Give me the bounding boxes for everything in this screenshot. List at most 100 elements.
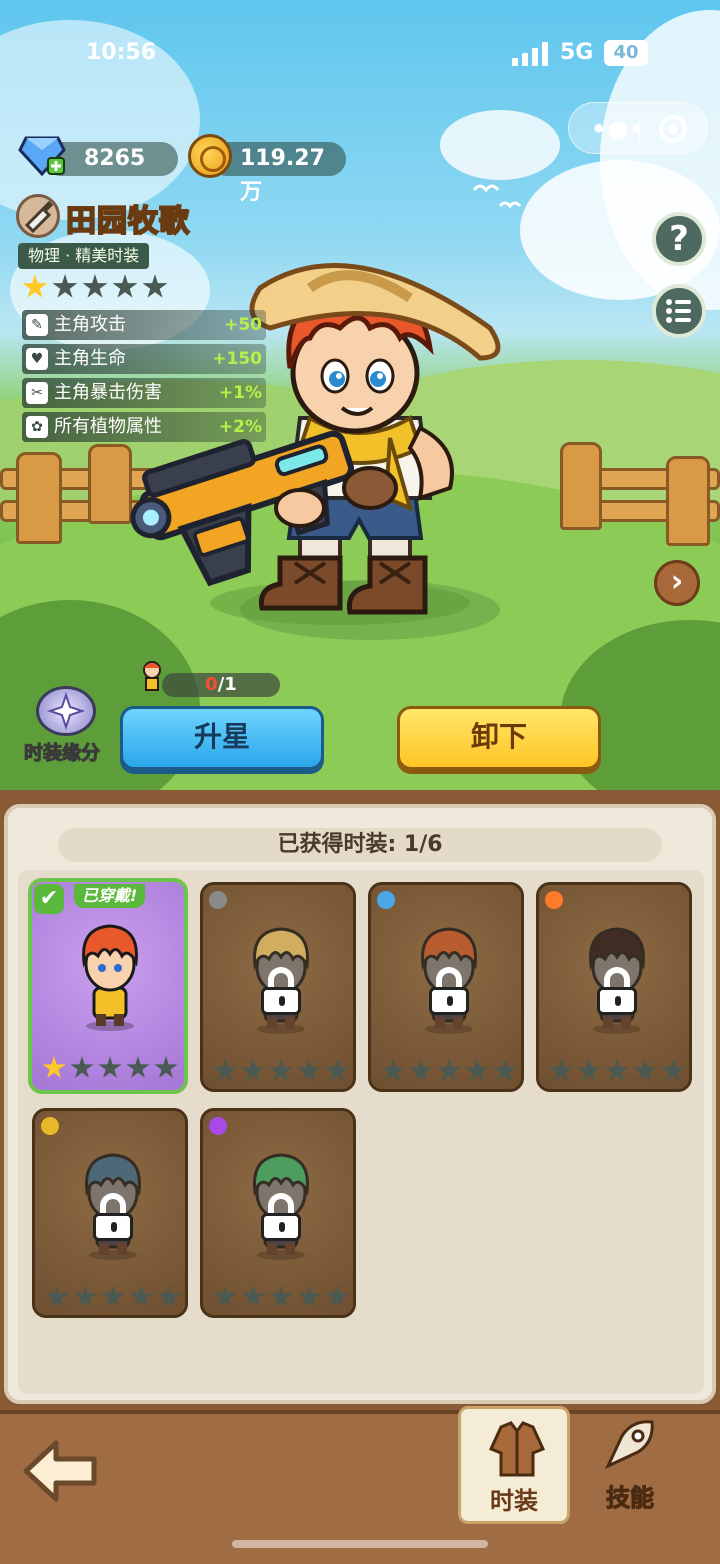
- star-empty-icon: [101, 1285, 125, 1307]
- stat-label: 所有植物属性: [54, 416, 162, 437]
- star-empty-icon: [269, 1059, 293, 1081]
- stat-value: +50: [224, 315, 262, 335]
- card-star-rating: [549, 1059, 685, 1083]
- star-empty-icon: [269, 1285, 293, 1307]
- star-empty-icon: [157, 1285, 181, 1307]
- water-element-icon: [377, 891, 395, 909]
- star-empty-icon: [493, 1059, 517, 1081]
- star-empty-icon: [45, 1285, 69, 1307]
- stat-row: ✿ 所有植物属性 +2%: [22, 412, 266, 442]
- gem-amount: 8265: [84, 146, 146, 171]
- star-empty-icon: [605, 1059, 629, 1081]
- card-star-rating: [213, 1059, 349, 1083]
- star-empty-icon: [577, 1059, 601, 1081]
- card-star-rating: [213, 1285, 349, 1309]
- star-empty-icon: [52, 274, 78, 298]
- stat-row: ✎ 主角攻击 +50: [22, 310, 266, 340]
- chevron-right-icon: ›: [670, 564, 684, 599]
- costume-figure: [82, 924, 138, 1031]
- close-miniprogram-icon[interactable]: [659, 115, 687, 143]
- signal-icon: [512, 42, 548, 66]
- birds-decoration: [472, 184, 522, 209]
- star-empty-icon: [142, 274, 168, 298]
- star-empty-icon: [297, 1059, 321, 1081]
- tab-costume[interactable]: 时装: [458, 1406, 570, 1524]
- star-empty-icon: [437, 1059, 461, 1081]
- fence-post: [560, 442, 602, 530]
- fate-label[interactable]: 时装缘分: [23, 738, 100, 765]
- star-empty-icon: [82, 274, 108, 298]
- upgrade-star-button[interactable]: 升星: [120, 706, 324, 770]
- unequip-button[interactable]: 卸下: [397, 706, 601, 770]
- star-empty-icon: [465, 1059, 489, 1081]
- heart-icon: ♥: [26, 348, 48, 370]
- tab-skill[interactable]: 技能: [574, 1406, 686, 1524]
- progress-current: 0: [205, 674, 218, 695]
- next-costume-button[interactable]: ›: [654, 560, 700, 606]
- star-filled-icon: [22, 274, 48, 298]
- sword-icon: ✎: [26, 314, 48, 336]
- star-empty-icon: [154, 1056, 178, 1078]
- equipped-badge: 已穿戴!: [74, 884, 146, 908]
- star-empty-icon: [112, 274, 138, 298]
- more-menu-icon[interactable]: •●•: [591, 115, 646, 143]
- costume-card-equipped[interactable]: ✔ 已穿戴!: [28, 878, 188, 1094]
- stat-row: ✂ 主角暴击伤害 +1%: [22, 378, 266, 408]
- coin-icon: [188, 134, 232, 178]
- star-empty-icon: [381, 1059, 405, 1081]
- lock-icon: [259, 967, 303, 1015]
- gem-icon[interactable]: [18, 132, 66, 176]
- star-empty-icon: [661, 1059, 685, 1081]
- stat-label: 主角攻击: [54, 314, 126, 335]
- star-empty-icon: [73, 1285, 97, 1307]
- list-menu-button[interactable]: [652, 284, 706, 338]
- costume-card-locked[interactable]: [200, 1108, 356, 1318]
- star-empty-icon: [409, 1059, 433, 1081]
- stat-label: 主角暴击伤害: [54, 382, 162, 403]
- fire-element-icon: [545, 891, 563, 909]
- star-empty-icon: [241, 1059, 265, 1081]
- stat-value: +2%: [218, 417, 262, 437]
- miniprogram-capsule: •●•: [568, 102, 708, 154]
- mini-hero-icon: [143, 661, 161, 691]
- list-icon: [666, 299, 691, 323]
- star-empty-icon: [70, 1056, 94, 1078]
- fate-icon[interactable]: [36, 686, 96, 736]
- lightning-element-icon: [41, 1117, 59, 1135]
- poison-element-icon: [209, 1117, 227, 1135]
- back-button[interactable]: [20, 1438, 100, 1504]
- card-star-rating: [42, 1056, 178, 1080]
- costume-card-locked[interactable]: [200, 882, 356, 1092]
- lock-icon: [91, 1193, 135, 1241]
- star-up-progress: 0/1: [162, 673, 280, 697]
- star-filled-icon: [42, 1056, 66, 1078]
- card-star-rating: [381, 1059, 517, 1083]
- status-time: 10:56: [86, 40, 157, 65]
- costume-star-rating: [22, 274, 168, 300]
- tab-costume-label: 时装: [490, 1487, 538, 1515]
- collection-header: 已获得时装: 1/6: [58, 828, 662, 862]
- costume-card-locked[interactable]: [368, 882, 524, 1092]
- costume-icon: [488, 1421, 546, 1477]
- cloud: [440, 110, 560, 180]
- check-icon: ✔: [34, 884, 64, 914]
- plant-icon: ✿: [26, 416, 48, 438]
- costume-card-locked[interactable]: [536, 882, 692, 1092]
- costume-subtitle: 物理 · 精美时装: [18, 243, 150, 269]
- costume-card-locked[interactable]: [32, 1108, 188, 1318]
- home-indicator: [232, 1540, 488, 1548]
- star-empty-icon: [98, 1056, 122, 1078]
- tab-skill-label: 技能: [606, 1484, 655, 1513]
- lock-icon: [259, 1193, 303, 1241]
- card-star-rating: [45, 1285, 181, 1309]
- star-empty-icon: [126, 1056, 150, 1078]
- weapon-type-icon: [16, 194, 60, 238]
- fence-post: [16, 452, 62, 544]
- battery-icon: 40: [604, 40, 648, 66]
- star-empty-icon: [129, 1285, 153, 1307]
- star-empty-icon: [325, 1059, 349, 1081]
- skill-icon: [604, 1420, 654, 1470]
- help-button[interactable]: ?: [652, 212, 706, 266]
- stat-value: +1%: [218, 383, 262, 403]
- stat-value: +150: [212, 349, 262, 369]
